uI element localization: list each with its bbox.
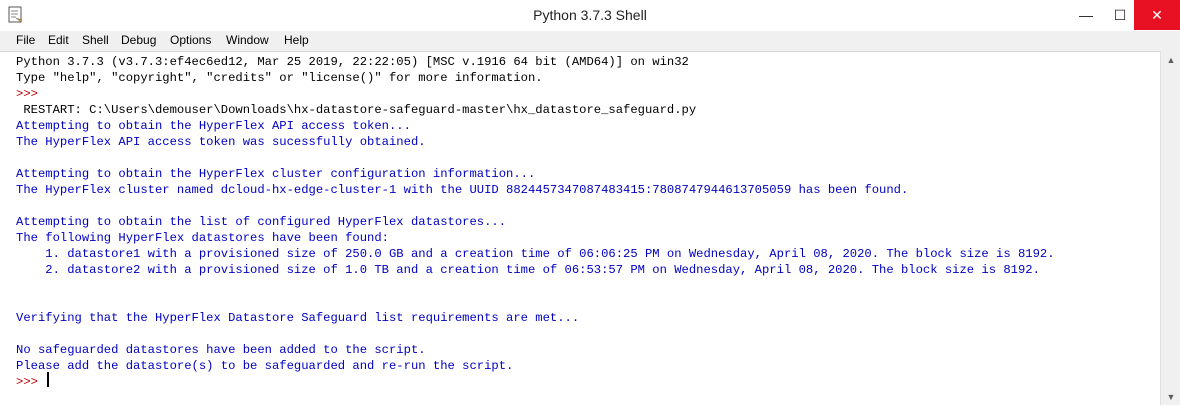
window-title: Python 3.7.3 Shell	[533, 7, 647, 23]
output-line: No safeguarded datastores have been adde…	[16, 343, 426, 357]
menu-options[interactable]: Options	[170, 33, 211, 47]
menu-bar: File Edit Shell Debug Options Window Hel…	[0, 31, 1180, 51]
text-cursor	[47, 372, 49, 387]
menu-file[interactable]: File	[16, 33, 35, 47]
menu-shell[interactable]: Shell	[82, 33, 109, 47]
output-line: RESTART: C:\Users\demouser\Downloads\hx-…	[16, 103, 697, 117]
output-line: Attempting to obtain the HyperFlex API a…	[16, 119, 411, 133]
output-line: 2. datastore2 with a provisioned size of…	[16, 263, 1040, 277]
output-line: Please add the datastore(s) to be safegu…	[16, 359, 514, 373]
menu-help[interactable]: Help	[284, 33, 309, 47]
output-line: Verifying that the HyperFlex Datastore S…	[16, 311, 580, 325]
output-line: Python 3.7.3 (v3.7.3:ef4ec6ed12, Mar 25 …	[16, 55, 689, 69]
output-line: The HyperFlex cluster named dcloud-hx-ed…	[16, 183, 909, 197]
vertical-scrollbar[interactable]: ▲ ▼	[1160, 51, 1180, 405]
output-line: The HyperFlex API access token was suces…	[16, 135, 426, 149]
scroll-up-arrow-icon[interactable]: ▲	[1161, 51, 1180, 68]
shell-prompt: >>>	[16, 87, 46, 101]
output-line: Attempting to obtain the HyperFlex clust…	[16, 167, 536, 181]
shell-prompt: >>>	[16, 375, 46, 389]
scroll-down-arrow-icon[interactable]: ▼	[1161, 388, 1180, 405]
output-line: The following HyperFlex datastores have …	[16, 231, 389, 245]
title-bar: Python 3.7.3 Shell — ☐ ✕	[0, 0, 1180, 31]
menu-debug[interactable]: Debug	[121, 33, 156, 47]
output-line: 1. datastore1 with a provisioned size of…	[16, 247, 1055, 261]
output-line: Attempting to obtain the list of configu…	[16, 215, 507, 229]
shell-output[interactable]: Python 3.7.3 (v3.7.3:ef4ec6ed12, Mar 25 …	[0, 51, 1160, 406]
menu-edit[interactable]: Edit	[48, 33, 69, 47]
output-line: Type "help", "copyright", "credits" or "…	[16, 71, 543, 85]
menu-window[interactable]: Window	[226, 33, 269, 47]
close-button[interactable]: ✕	[1134, 0, 1180, 30]
